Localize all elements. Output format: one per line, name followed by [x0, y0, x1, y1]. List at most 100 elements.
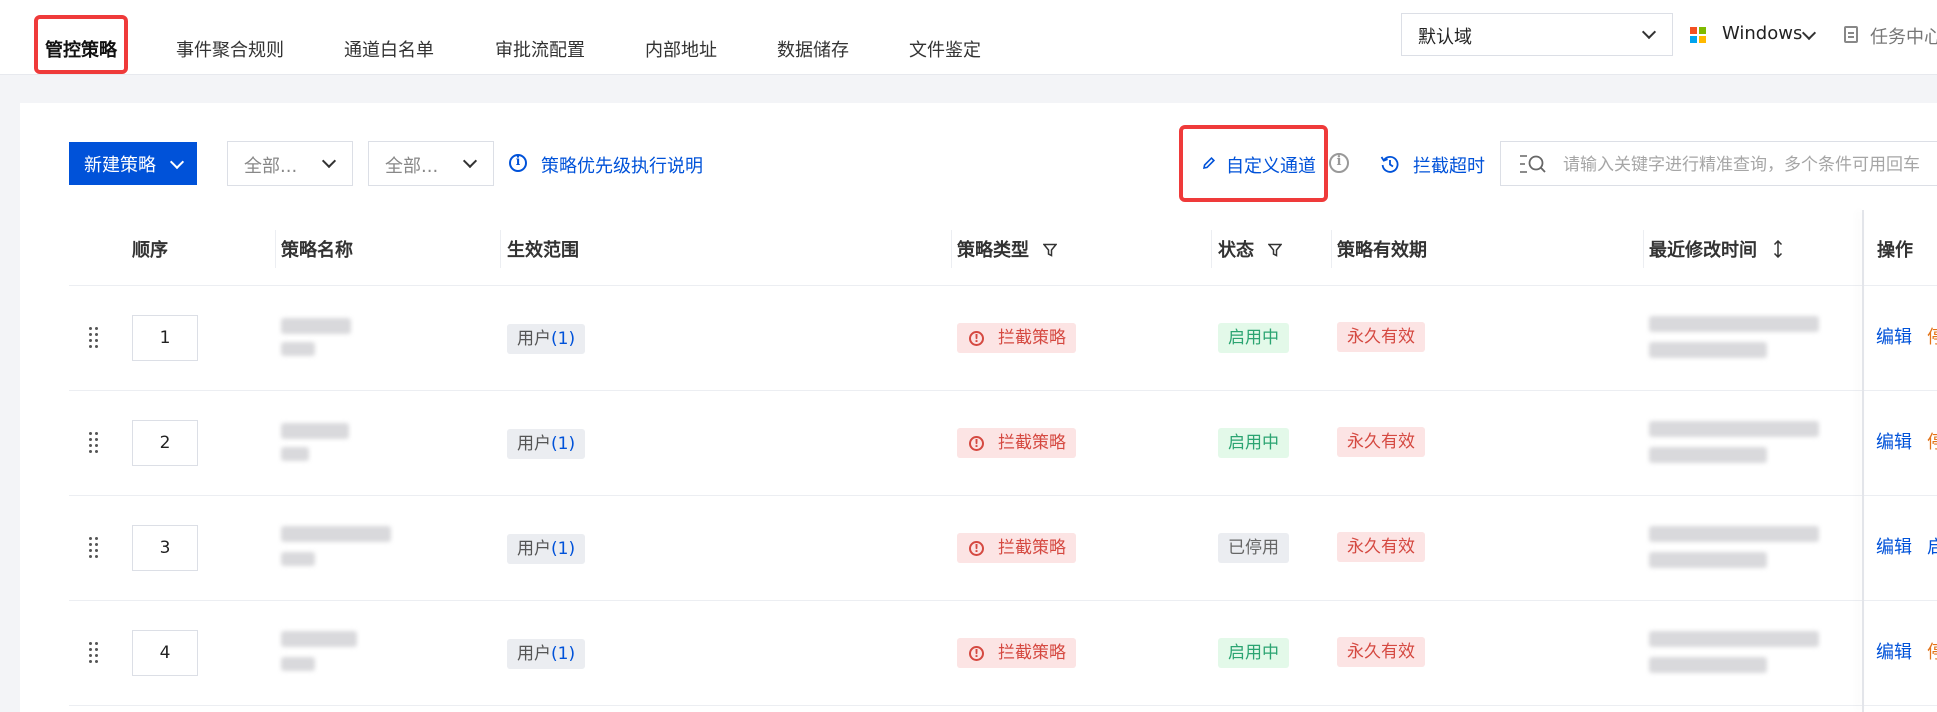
modified-by-redacted — [1649, 447, 1767, 463]
tab-file-identification[interactable]: 文件鉴定 — [909, 36, 981, 62]
tab-approval-flow[interactable]: 审批流配置 — [495, 36, 585, 62]
column-divider — [951, 230, 952, 268]
column-divider — [275, 230, 276, 268]
filter-icon[interactable] — [1268, 243, 1283, 257]
disable-button[interactable]: 停 — [1927, 428, 1937, 454]
chevron-down-icon — [1641, 24, 1657, 40]
scope-tag[interactable]: 用户(1) — [507, 534, 586, 564]
col-type-label: 策略类型 — [957, 240, 1029, 261]
scope-label: 用户 — [517, 539, 551, 559]
priority-explanation-link[interactable]: 策略优先级执行说明 — [509, 152, 709, 178]
policy-type-tag: 拦截策略 — [957, 533, 1076, 564]
search-input[interactable] — [1561, 142, 1937, 185]
policy-type-label: 拦截策略 — [998, 538, 1066, 558]
order-input[interactable] — [132, 420, 198, 466]
col-status[interactable]: 状态 — [1218, 236, 1283, 262]
scope-tag[interactable]: 用户(1) — [507, 324, 586, 354]
col-name: 策略名称 — [281, 240, 353, 261]
modified-by-redacted — [1649, 657, 1767, 673]
fixed-column-divider — [1862, 210, 1864, 712]
order-input[interactable] — [132, 525, 198, 571]
policy-name-redacted — [281, 318, 351, 334]
intercept-timeout-link[interactable]: 拦截超时 — [1380, 152, 1490, 178]
drag-handle-icon[interactable] — [89, 642, 99, 664]
col-type[interactable]: 策略类型 — [957, 236, 1058, 262]
column-divider — [500, 230, 501, 268]
info-icon[interactable] — [1329, 153, 1349, 173]
column-divider — [1331, 230, 1332, 268]
tab-data-storage[interactable]: 数据储存 — [777, 36, 849, 62]
scope-tag[interactable]: 用户(1) — [507, 429, 586, 459]
edit-button[interactable]: 编辑 — [1876, 533, 1912, 559]
search-box[interactable] — [1500, 141, 1937, 186]
search-icon — [1520, 155, 1546, 173]
policy-type-tag: 拦截策略 — [957, 638, 1076, 669]
order-input[interactable] — [132, 630, 198, 676]
filter-select-2[interactable]: 全部... — [368, 141, 494, 186]
col-modified[interactable]: 最近修改时间 — [1649, 236, 1783, 262]
edit-button[interactable]: 编辑 — [1876, 638, 1912, 664]
drag-handle-icon[interactable] — [89, 537, 99, 559]
new-policy-label: 新建策略 — [84, 155, 156, 176]
modified-by-redacted — [1649, 342, 1767, 358]
edit-button[interactable]: 编辑 — [1876, 428, 1912, 454]
priority-explanation-label: 策略优先级执行说明 — [541, 156, 703, 177]
new-policy-button[interactable]: 新建策略 — [69, 142, 197, 185]
status-badge: 已停用 — [1218, 533, 1289, 563]
disable-button[interactable]: 停 — [1927, 638, 1937, 664]
policy-type-label: 拦截策略 — [998, 328, 1066, 348]
domain-select[interactable]: 默认域 — [1401, 13, 1673, 56]
policy-type-label: 拦截策略 — [998, 433, 1066, 453]
col-scope: 生效范围 — [507, 240, 579, 261]
validity-badge: 永久有效 — [1337, 637, 1425, 667]
table-header: 顺序 策略名称 生效范围 策略类型 状态 策略有效期 最近修改时间 操作 — [69, 210, 1937, 286]
scope-tag[interactable]: 用户(1) — [507, 639, 586, 669]
validity-badge: 永久有效 — [1337, 322, 1425, 352]
filter-icon[interactable] — [1043, 243, 1058, 257]
policy-type-label: 拦截策略 — [998, 643, 1066, 663]
col-status-label: 状态 — [1218, 240, 1254, 261]
filter-select-1[interactable]: 全部... — [227, 141, 353, 186]
order-input[interactable] — [132, 315, 198, 361]
chevron-down-icon — [1801, 25, 1817, 41]
tab-internal-address[interactable]: 内部地址 — [645, 36, 717, 62]
task-center-label: 任务中心 — [1870, 27, 1937, 48]
windows-icon — [1690, 27, 1706, 43]
document-icon — [1844, 26, 1858, 43]
scope-label: 用户 — [517, 329, 551, 349]
validity-badge: 永久有效 — [1337, 532, 1425, 562]
history-icon — [1380, 156, 1399, 173]
col-order: 顺序 — [132, 240, 168, 261]
enable-button[interactable]: 启 — [1927, 533, 1937, 559]
active-tab-highlight — [34, 15, 128, 74]
col-validity: 策略有效期 — [1337, 240, 1427, 261]
tab-event-aggregation[interactable]: 事件聚合规则 — [176, 36, 284, 62]
domain-select-value: 默认域 — [1418, 27, 1472, 48]
table-row: 用户(1) 拦截策略 已停用 永久有效 编辑 启 — [69, 496, 1937, 601]
table-row: 用户(1) 拦截策略 启用中 永久有效 编辑 停 — [69, 286, 1937, 391]
modified-time-redacted — [1649, 421, 1819, 437]
modified-time-redacted — [1649, 526, 1819, 542]
table-row: 用户(1) 拦截策略 启用中 永久有效 编辑 停 — [69, 391, 1937, 496]
custom-channel-highlight — [1179, 125, 1328, 202]
tab-channel-whitelist[interactable]: 通道白名单 — [344, 36, 434, 62]
col-actions: 操作 — [1877, 240, 1913, 261]
policy-type-tag: 拦截策略 — [957, 323, 1076, 354]
policy-type-tag: 拦截策略 — [957, 428, 1076, 459]
edit-button[interactable]: 编辑 — [1876, 323, 1912, 349]
scope-count: (1) — [551, 329, 576, 349]
scope-count: (1) — [551, 644, 576, 664]
filter-select-2-value: 全部... — [385, 156, 439, 177]
status-badge: 启用中 — [1218, 638, 1289, 668]
warning-icon — [969, 639, 984, 669]
policy-name-redacted — [281, 423, 349, 439]
disable-button[interactable]: 停 — [1927, 323, 1937, 349]
info-icon — [509, 154, 527, 172]
drag-handle-icon[interactable] — [89, 432, 99, 454]
policy-desc-redacted — [281, 447, 309, 461]
sort-icon[interactable] — [1773, 240, 1783, 258]
top-bar: 管控策略 事件聚合规则 通道白名单 审批流配置 内部地址 数据储存 文件鉴定 默… — [0, 0, 1937, 75]
drag-handle-icon[interactable] — [89, 327, 99, 349]
policy-name-redacted — [281, 526, 391, 542]
status-badge: 启用中 — [1218, 428, 1289, 458]
